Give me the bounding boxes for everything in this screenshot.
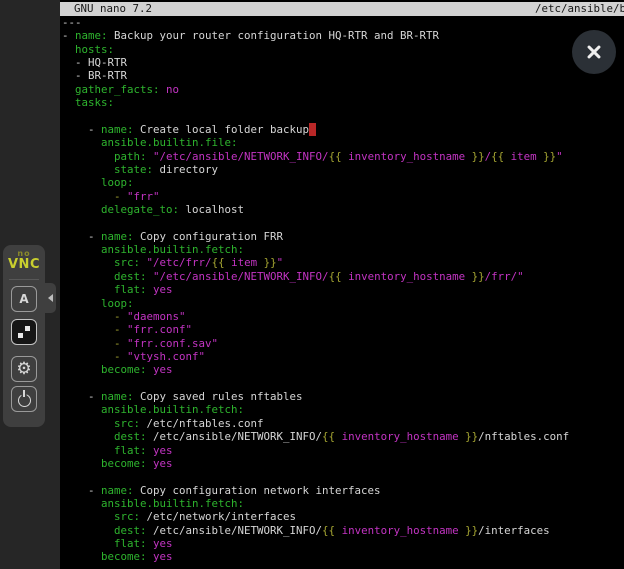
editor-line: hosts: bbox=[62, 43, 624, 56]
editor-line: dest: /etc/ansible/NETWORK_INFO/{{ inven… bbox=[62, 430, 624, 443]
editor-line: ansible.builtin.fetch: bbox=[62, 243, 624, 256]
fullscreen-icon bbox=[18, 326, 30, 338]
power-icon bbox=[18, 394, 31, 407]
editor-line: ansible.builtin.file: bbox=[62, 136, 624, 149]
editor-line bbox=[62, 377, 624, 390]
disconnect-button[interactable] bbox=[11, 386, 37, 412]
editor-line bbox=[62, 110, 624, 123]
editor-line: - "daemons" bbox=[62, 310, 624, 323]
editor-line: - "frr.conf" bbox=[62, 323, 624, 336]
editor-line: src: "/etc/frr/{{ item }}" bbox=[62, 256, 624, 269]
editor-line bbox=[62, 470, 624, 483]
editor-line: flat: yes bbox=[62, 537, 624, 550]
control-bar-collapse-handle[interactable] bbox=[45, 283, 56, 313]
editor-line: - name: Backup your router configuration… bbox=[62, 29, 624, 42]
nano-titlebar: GNU nano 7.2 /etc/ansible/b bbox=[60, 2, 624, 16]
editor-line: become: yes bbox=[62, 550, 624, 563]
editor-line: dest: /etc/ansible/NETWORK_INFO/{{ inven… bbox=[62, 524, 624, 537]
editor-line: - "vtysh.conf" bbox=[62, 350, 624, 363]
editor-line: - name: Copy saved rules nftables bbox=[62, 390, 624, 403]
novnc-logo-vnc: VNC bbox=[3, 258, 45, 271]
fullscreen-button[interactable] bbox=[11, 319, 37, 345]
nano-version-title: GNU nano 7.2 bbox=[74, 2, 152, 16]
novnc-logo: no VNC bbox=[3, 250, 45, 271]
editor-line: become: yes bbox=[62, 457, 624, 470]
editor-line: - HQ-RTR bbox=[62, 56, 624, 69]
editor-line: loop: bbox=[62, 176, 624, 189]
editor-line: tasks: bbox=[62, 96, 624, 109]
editor-line: - name: Copy configuration FRR bbox=[62, 230, 624, 243]
terminal-screen[interactable]: GNU nano 7.2 /etc/ansible/b ---- name: B… bbox=[60, 0, 624, 569]
vnc-control-bar: no VNC A ⚙ bbox=[3, 245, 45, 427]
editor-line: state: directory bbox=[62, 163, 624, 176]
editor-line: gather_facts: no bbox=[62, 83, 624, 96]
editor-line: src: /etc/nftables.conf bbox=[62, 417, 624, 430]
settings-button[interactable]: ⚙ bbox=[11, 356, 37, 382]
editor-line: flat: yes bbox=[62, 283, 624, 296]
editor-line bbox=[62, 216, 624, 229]
close-button[interactable] bbox=[572, 30, 616, 74]
editor-line: --- bbox=[62, 16, 624, 29]
keyboard-a-icon: A bbox=[19, 292, 28, 306]
nano-file-path: /etc/ansible/b bbox=[535, 2, 624, 16]
editor-line: - name: Copy configuration network inter… bbox=[62, 484, 624, 497]
gear-icon: ⚙ bbox=[16, 361, 31, 378]
editor-line: - name: Create local folder backup bbox=[62, 123, 624, 136]
editor-line: ansible.builtin.fetch: bbox=[62, 497, 624, 510]
editor-line: loop: bbox=[62, 297, 624, 310]
editor-line: dest: "/etc/ansible/NETWORK_INFO/{{ inve… bbox=[62, 270, 624, 283]
editor-line: flat: yes bbox=[62, 444, 624, 457]
sidebar-divider bbox=[9, 279, 39, 280]
editor-line: ansible.builtin.fetch: bbox=[62, 403, 624, 416]
novnc-session: { "window": { "app_title": "GNU nano 7.2… bbox=[0, 0, 624, 569]
editor-line: delegate_to: localhost bbox=[62, 203, 624, 216]
editor-area[interactable]: ---- name: Backup your router configurat… bbox=[62, 16, 624, 569]
extra-keys-button[interactable]: A bbox=[11, 286, 37, 312]
editor-line: - "frr.conf.sav" bbox=[62, 337, 624, 350]
editor-line: become: yes bbox=[62, 363, 624, 376]
editor-line: path: "/etc/ansible/NETWORK_INFO/{{ inve… bbox=[62, 150, 624, 163]
editor-line: - "frr" bbox=[62, 190, 624, 203]
editor-line: src: /etc/network/interfaces bbox=[62, 510, 624, 523]
editor-line: - BR-RTR bbox=[62, 69, 624, 82]
